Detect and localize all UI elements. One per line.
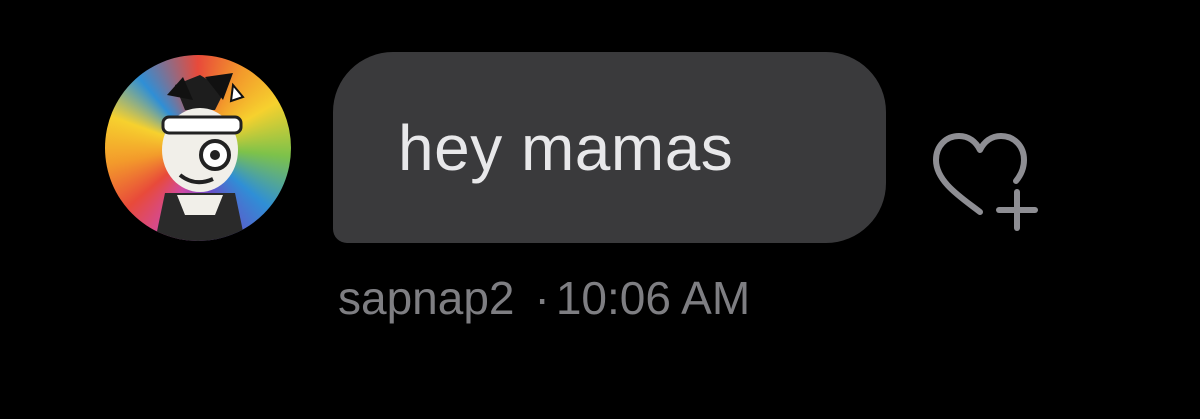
- sender-avatar[interactable]: [105, 55, 291, 241]
- like-message-button[interactable]: [928, 128, 1040, 238]
- avatar-illustration: [155, 73, 245, 241]
- message-meta: sapnap2 · 10:06 AM: [338, 275, 750, 321]
- meta-separator: ·: [534, 272, 550, 324]
- sender-name[interactable]: sapnap2: [338, 275, 515, 321]
- heart-plus-icon: [933, 133, 1038, 231]
- message-bubble[interactable]: hey mamas: [333, 52, 886, 243]
- message-text: hey mamas: [398, 111, 734, 184]
- message-timestamp: 10:06 AM: [555, 272, 751, 324]
